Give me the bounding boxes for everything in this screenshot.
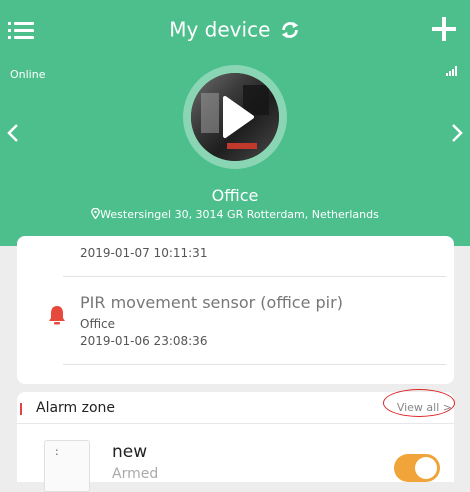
- chevron-right-icon[interactable]: [450, 122, 464, 144]
- annotation-ellipse: [383, 389, 455, 417]
- alarm-zone-card: Alarm zone View all > : new Armed: [17, 389, 455, 492]
- device-header: My device Online Office Westersingel 30,…: [0, 0, 470, 246]
- event-title: PIR movement sensor (office pir): [80, 293, 343, 312]
- refresh-icon[interactable]: [279, 19, 301, 41]
- toggle-knob: [415, 457, 437, 479]
- add-device-button[interactable]: [432, 17, 456, 41]
- divider: [63, 364, 446, 365]
- address-text: Westersingel 30, 3014 GR Rotterdam, Neth…: [100, 208, 379, 221]
- signal-icon: [446, 66, 457, 76]
- event-list: 2019-01-07 10:11:31 PIR movement sensor …: [17, 236, 454, 384]
- divider: [17, 423, 454, 424]
- event-date: 2019-01-07 10:11:31: [80, 246, 208, 260]
- bell-icon: [49, 306, 65, 325]
- location-pin-icon: [91, 207, 101, 220]
- camera-preview[interactable]: [183, 65, 287, 169]
- device-location-name: Office: [211, 186, 259, 205]
- arm-toggle[interactable]: [394, 454, 440, 482]
- chevron-left-icon[interactable]: [6, 122, 20, 144]
- camera-snapshot: [191, 73, 279, 161]
- device-image-mark: :: [55, 445, 59, 458]
- device-name: new: [112, 442, 148, 462]
- page-title: My device: [169, 17, 271, 42]
- alarm-zone-title: Alarm zone: [36, 400, 116, 416]
- page-title-bar: My device: [0, 16, 470, 42]
- event-date: 2019-01-06 23:08:36: [80, 334, 208, 348]
- door-sensor-image: :: [44, 440, 90, 492]
- section-marker: [20, 403, 22, 415]
- device-address: Westersingel 30, 3014 GR Rotterdam, Neth…: [0, 207, 470, 221]
- divider: [63, 276, 446, 277]
- online-status: Online: [10, 68, 46, 81]
- event-location: Office: [80, 317, 116, 331]
- play-icon[interactable]: [221, 95, 255, 139]
